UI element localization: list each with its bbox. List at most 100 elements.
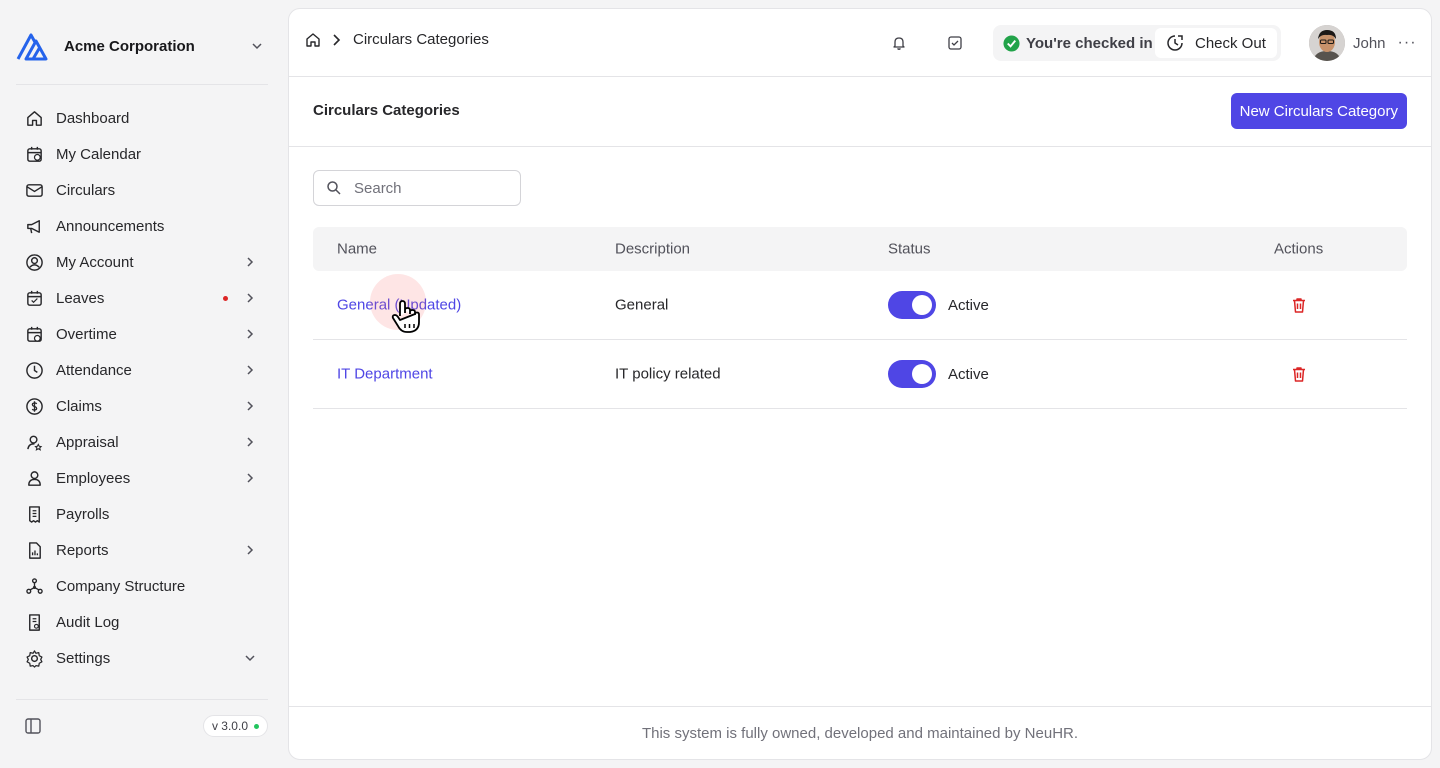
user-icon: [24, 468, 44, 488]
audit-icon: [24, 612, 44, 632]
task-checkbox-icon[interactable]: [945, 33, 965, 53]
chevron-right-icon: [244, 328, 256, 340]
chevron-right-icon: [244, 544, 256, 556]
status-toggle[interactable]: [888, 360, 936, 388]
table-header: Name Description Status Actions: [313, 227, 1407, 271]
column-header-name: Name: [337, 240, 378, 258]
sidebar-item-leaves[interactable]: Leaves: [16, 280, 268, 316]
sidebar-item-overtime[interactable]: Overtime: [16, 316, 268, 352]
version-text: v 3.0.0: [211, 719, 248, 733]
sidebar-item-label: Claims: [56, 397, 102, 415]
bell-icon[interactable]: [889, 33, 909, 53]
chevron-right-icon: [244, 472, 256, 484]
calendar-icon: [24, 144, 44, 164]
report-icon: [24, 540, 44, 560]
sidebar-item-attendance[interactable]: Attendance: [16, 352, 268, 388]
main-panel: Circulars Categories You're checked in C…: [288, 8, 1432, 760]
company-switcher[interactable]: Acme Corporation: [16, 28, 268, 64]
divider: [16, 699, 268, 700]
status-dot: [254, 723, 259, 729]
divider: [16, 84, 268, 85]
sidebar-footer: v 3.0.0: [16, 708, 268, 744]
sidebar-item-audit-log[interactable]: Audit Log: [16, 604, 268, 640]
sidebar-item-label: Appraisal: [56, 433, 119, 451]
sidebar-item-label: Reports: [56, 541, 109, 559]
user-circle-icon: [24, 252, 44, 272]
clock-arrow-icon: [1167, 35, 1183, 51]
category-name-link[interactable]: IT Department: [337, 366, 433, 383]
calendar-clock-icon: [24, 324, 44, 344]
checkin-status: You're checked in: [993, 35, 1153, 52]
actions-cell: [1290, 365, 1308, 383]
page-header: Circulars Categories New Circulars Categ…: [289, 77, 1431, 147]
calendar-check-icon: [24, 288, 44, 308]
status-cell: Active: [888, 360, 989, 388]
toggle-knob: [912, 295, 932, 315]
check-circle-icon: [1003, 34, 1020, 52]
checkin-status-text: You're checked in: [1026, 34, 1153, 52]
sidebar-item-label: Circulars: [56, 181, 116, 199]
mail-icon: [24, 180, 44, 200]
chevron-right-icon: [244, 436, 256, 448]
sidebar-item-employees[interactable]: Employees: [16, 460, 268, 496]
sidebar-item-label: Company Structure: [56, 577, 186, 595]
sidebar-item-payrolls[interactable]: Payrolls: [16, 496, 268, 532]
search-box[interactable]: [313, 170, 521, 206]
delete-icon[interactable]: [1290, 365, 1308, 383]
search-icon: [327, 181, 341, 195]
check-out-button[interactable]: Check Out: [1155, 28, 1277, 58]
sidebar-item-my-calendar[interactable]: My Calendar: [16, 136, 268, 172]
user-name: John: [1353, 34, 1386, 52]
version-badge: v 3.0.0: [202, 715, 268, 737]
sidebar-item-appraisal[interactable]: Appraisal: [16, 424, 268, 460]
footer-divider: [289, 706, 1431, 707]
chevron-right-icon: [331, 33, 343, 47]
sidebar-item-settings[interactable]: Settings: [16, 640, 268, 676]
delete-icon[interactable]: [1290, 296, 1308, 314]
more-options-icon[interactable]: ···: [1398, 34, 1417, 52]
notification-dot: [223, 295, 228, 301]
sidebar-item-reports[interactable]: Reports: [16, 532, 268, 568]
status-cell: Active: [888, 291, 989, 319]
megaphone-icon: [24, 216, 44, 236]
company-name: Acme Corporation: [64, 37, 195, 55]
footer-text: This system is fully owned, developed an…: [641, 725, 1079, 742]
home-icon: [24, 108, 44, 128]
chevron-right-icon: [244, 400, 256, 412]
chevron-right-icon: [244, 256, 256, 268]
search-input[interactable]: [354, 179, 494, 197]
hierarchy-icon: [24, 576, 44, 596]
gear-icon: [24, 648, 44, 668]
sidebar-item-label: Dashboard: [56, 109, 130, 127]
status-toggle[interactable]: [888, 291, 936, 319]
sidebar-item-claims[interactable]: Claims: [16, 388, 268, 424]
check-out-label: Check Out: [1195, 34, 1266, 52]
categories-table: Name Description Status Actions General …: [313, 227, 1407, 409]
sidebar: Acme Corporation Dashboard My Calendar C…: [0, 0, 280, 768]
sidebar-item-label: Audit Log: [56, 613, 120, 631]
avatar: [1309, 25, 1345, 61]
home-icon[interactable]: [305, 32, 321, 48]
sidebar-item-my-account[interactable]: My Account: [16, 244, 268, 280]
status-label: Active: [948, 365, 989, 383]
sidebar-item-company-structure[interactable]: Company Structure: [16, 568, 268, 604]
topbar: Circulars Categories You're checked in C…: [289, 9, 1431, 77]
sidebar-item-dashboard[interactable]: Dashboard: [16, 100, 268, 136]
sidebar-item-label: My Account: [56, 253, 134, 271]
table-row: General (Updated) General Active: [313, 271, 1407, 340]
category-name-link[interactable]: General (Updated): [337, 297, 461, 314]
sidebar-item-label: Payrolls: [56, 505, 110, 523]
sidebar-item-label: Attendance: [56, 361, 132, 379]
user-star-icon: [24, 432, 44, 452]
collapse-sidebar-icon[interactable]: [24, 717, 42, 735]
new-circulars-category-button[interactable]: New Circulars Category: [1230, 93, 1407, 129]
chevron-right-icon: [244, 364, 256, 376]
user-menu[interactable]: John ···: [1309, 25, 1417, 61]
sidebar-item-circulars[interactable]: Circulars: [16, 172, 268, 208]
column-header-status: Status: [888, 240, 931, 258]
company-logo: [16, 33, 48, 61]
sidebar-item-announcements[interactable]: Announcements: [16, 208, 268, 244]
sidebar-item-label: Announcements: [56, 217, 165, 235]
breadcrumb: Circulars Categories: [305, 31, 489, 48]
attendance-widget: You're checked in Check Out: [993, 25, 1281, 61]
